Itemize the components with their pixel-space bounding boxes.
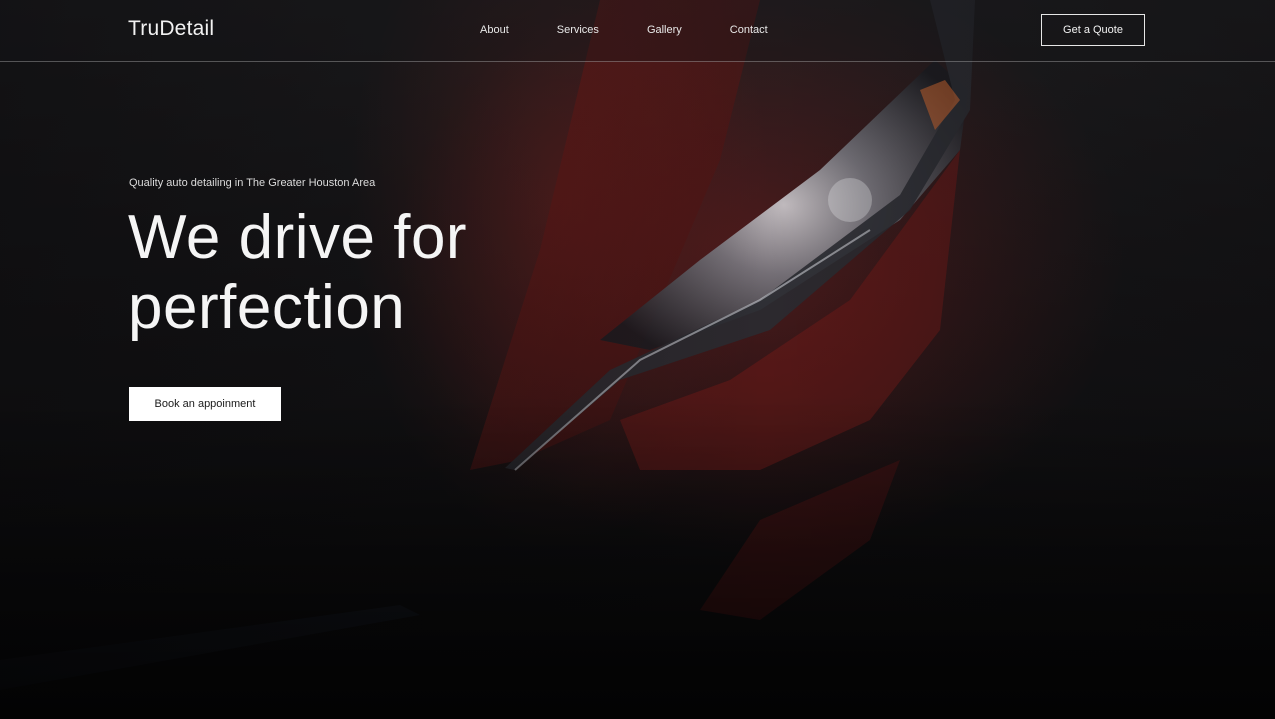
nav-link-gallery[interactable]: Gallery — [647, 24, 682, 36]
nav-link-services[interactable]: Services — [557, 24, 599, 36]
hero-tagline: Quality auto detailing in The Greater Ho… — [129, 177, 376, 189]
headline-line-1: We drive for — [128, 203, 468, 272]
hero-overlay — [0, 0, 1275, 719]
get-a-quote-button[interactable]: Get a Quote — [1041, 14, 1145, 46]
nav-link-contact[interactable]: Contact — [730, 24, 768, 36]
nav-links: About Services Gallery Contact — [480, 24, 816, 36]
brand-logo[interactable]: TruDetail — [128, 17, 214, 41]
hero-headline: We drive for perfection — [128, 203, 648, 343]
top-navbar: TruDetail About Services Gallery Contact… — [0, 0, 1275, 62]
headline-line-2: perfection — [128, 273, 406, 342]
book-appointment-button[interactable]: Book an appoinment — [129, 387, 281, 421]
nav-link-about[interactable]: About — [480, 24, 509, 36]
hero-section: TruDetail About Services Gallery Contact… — [0, 0, 1275, 719]
